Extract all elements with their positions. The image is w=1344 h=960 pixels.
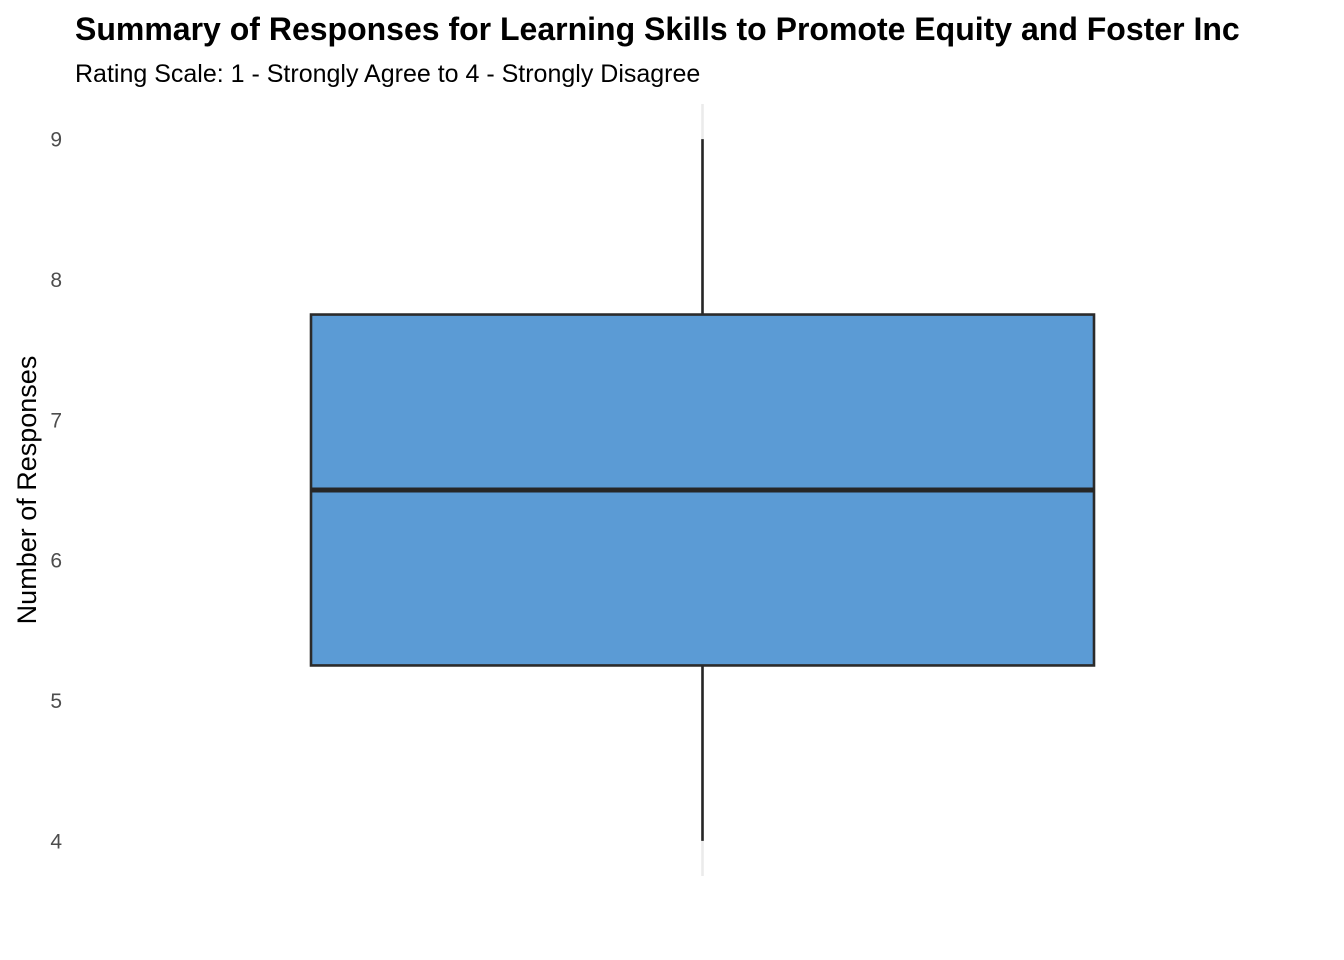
box-layer [309, 139, 1096, 841]
y-tick-labels: 4 5 6 7 8 9 [50, 129, 62, 854]
y-tick-label: 8 [50, 269, 62, 292]
chart-title: Summary of Responses for Learning Skills… [75, 11, 1240, 47]
y-tick-label: 7 [50, 409, 62, 432]
y-tick-label: 5 [50, 690, 62, 713]
y-axis-label: Number of Responses [12, 356, 42, 625]
y-tick-label: 4 [50, 830, 62, 853]
chart-subtitle: Rating Scale: 1 - Strongly Agree to 4 - … [75, 60, 700, 88]
y-tick-label: 9 [50, 129, 62, 152]
boxplot-chart: Summary of Responses for Learning Skills… [12, 11, 1240, 876]
y-tick-label: 6 [50, 550, 62, 573]
